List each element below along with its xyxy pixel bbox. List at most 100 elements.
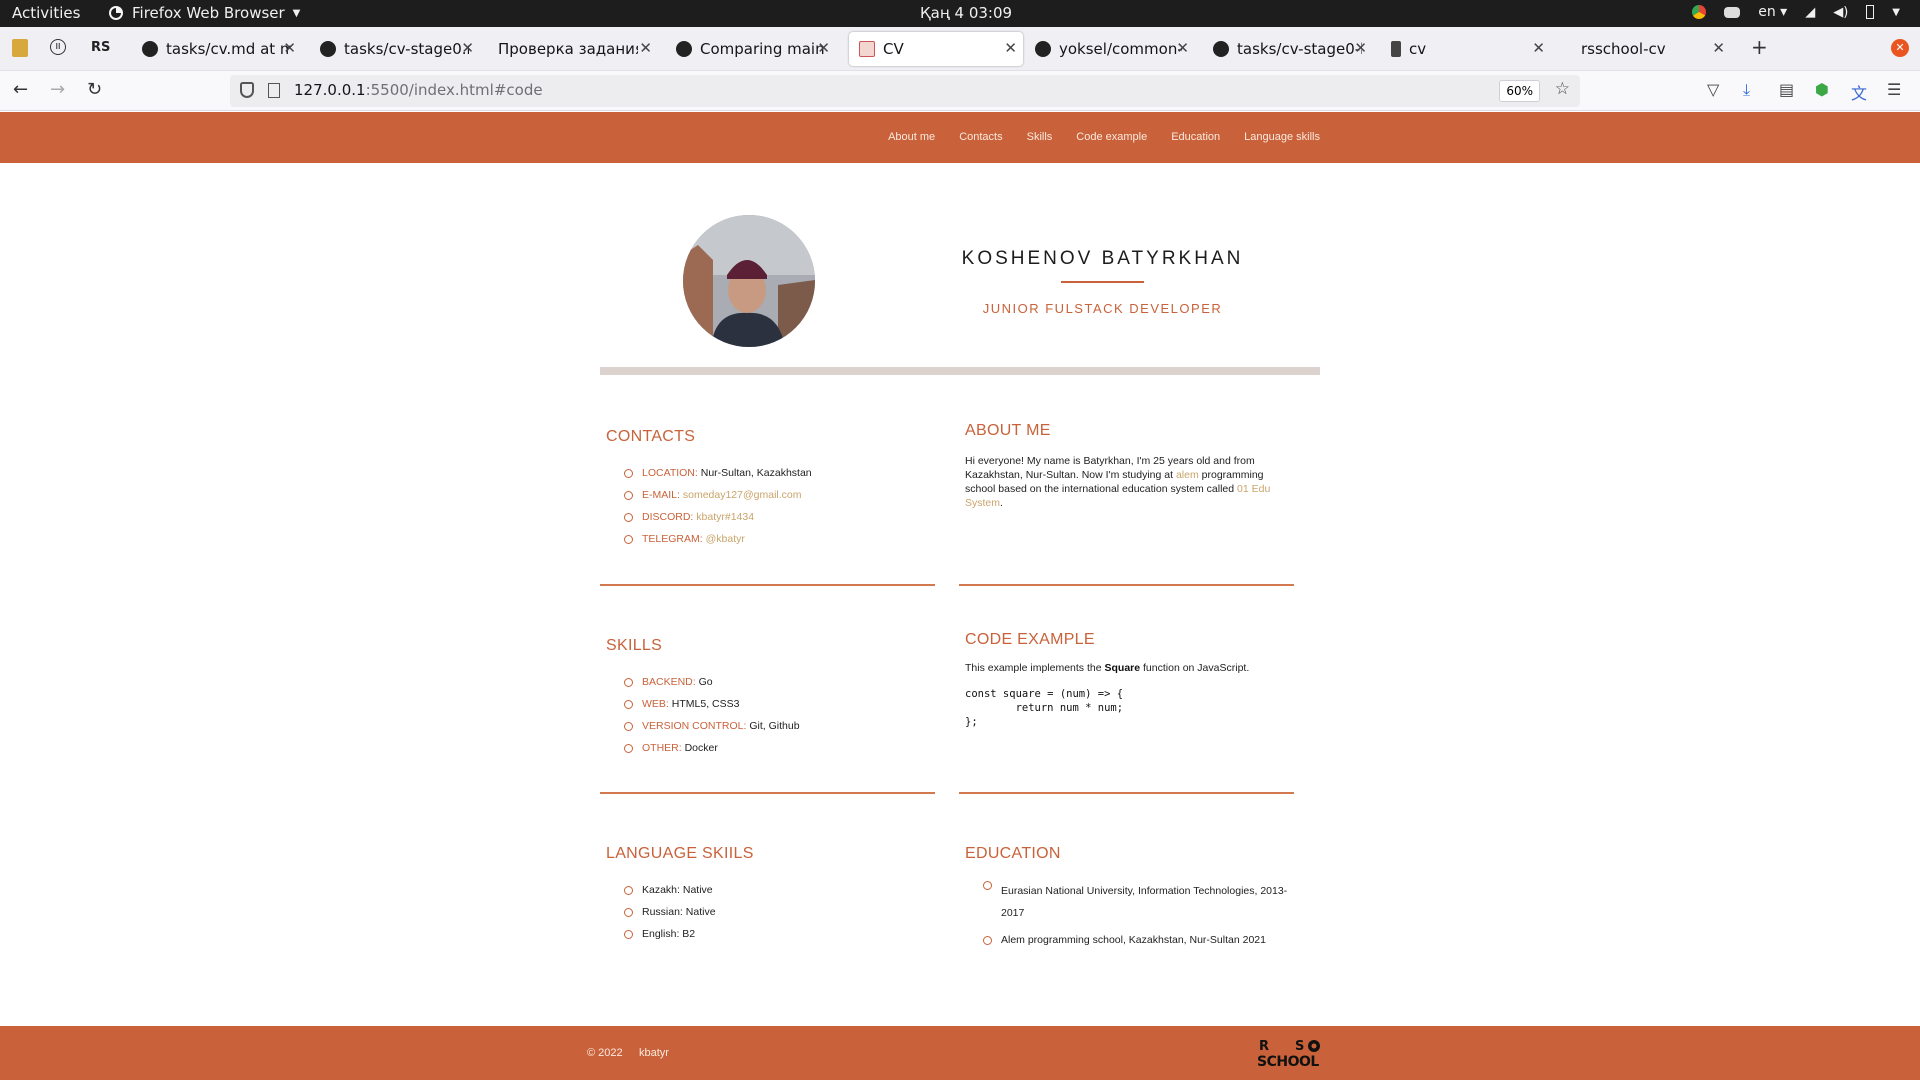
close-icon[interactable]: ✕ xyxy=(1532,39,1545,57)
new-tab-plus-icon[interactable]: + xyxy=(1751,35,1768,59)
shield-icon[interactable] xyxy=(240,82,254,98)
activities-button[interactable]: Activities xyxy=(12,4,80,22)
github-icon xyxy=(1035,41,1051,57)
list-item: TELEGRAM: @kbatyr xyxy=(624,534,935,545)
shield-extension-icon[interactable]: ⬢ xyxy=(1815,80,1829,99)
extension-icon[interactable] xyxy=(12,39,28,57)
email-link[interactable]: someday127@gmail.com xyxy=(683,489,802,501)
language-indicator[interactable]: en ▾ xyxy=(1758,4,1787,20)
discord-link[interactable]: kbatyr#1434 xyxy=(696,511,754,523)
discord-icon[interactable] xyxy=(1724,6,1741,18)
skill-value: Git, Github xyxy=(749,720,800,732)
code-example-section: CODE EXAMPLE This example implements the… xyxy=(959,631,1294,831)
pause-icon[interactable]: II xyxy=(50,39,66,55)
code-block: const square = (num) => { return num * n… xyxy=(965,688,1124,728)
reload-icon[interactable]: ↻ xyxy=(87,79,102,100)
skills-list: BACKEND: Go WEB: HTML5, CSS3 VERSION CON… xyxy=(624,677,935,754)
app-menu-label: Firefox Web Browser xyxy=(132,4,285,22)
pocket-icon[interactable]: ▽ xyxy=(1707,80,1719,99)
nav-link-education[interactable]: Education xyxy=(1171,131,1220,143)
svg-text:R: R xyxy=(1259,1039,1269,1054)
zoom-indicator[interactable]: 60% xyxy=(1499,80,1540,102)
tab-rsschool-cv[interactable]: rsschool-cv ✕ xyxy=(1561,32,1731,66)
skills-heading: SKILLS xyxy=(606,637,663,654)
url-text[interactable]: 127.0.0.1:5500/index.html#code xyxy=(294,81,543,99)
alem-link[interactable]: alem xyxy=(1176,469,1199,481)
github-icon xyxy=(1213,41,1229,57)
tab-cv-active[interactable]: CV ✕ xyxy=(849,32,1023,66)
section-divider xyxy=(959,584,1294,586)
tab-cv-stage0-hi[interactable]: tasks/cv-stage0-hi ✕ xyxy=(1203,32,1373,66)
list-item: BACKEND: Go xyxy=(624,677,935,688)
nav-link-code-example[interactable]: Code example xyxy=(1076,131,1147,143)
contact-key: E-MAIL: xyxy=(642,489,680,501)
nav-link-contacts[interactable]: Contacts xyxy=(959,131,1002,143)
page-title: KOSHENOV BATYRKHAN xyxy=(961,248,1244,269)
address-bar[interactable]: 127.0.0.1:5500/index.html#code 60% ☆ xyxy=(230,75,1580,107)
tab-task-check[interactable]: Проверка задания м ✕ xyxy=(488,32,658,66)
clock[interactable]: Қаң 4 03:09 xyxy=(920,4,1012,22)
skill-value: HTML5, CSS3 xyxy=(671,698,740,710)
github-icon xyxy=(320,41,336,57)
tab-common-w[interactable]: yoksel/common-w ✕ xyxy=(1025,32,1195,66)
html5-icon xyxy=(1391,41,1401,57)
code-intro-part: This example implements the xyxy=(965,662,1102,674)
education-section: EDUCATION Eurasian National University, … xyxy=(959,845,1294,965)
battery-icon[interactable] xyxy=(1866,5,1875,19)
contact-key: DISCORD: xyxy=(642,511,694,523)
tab-label: CV xyxy=(883,40,904,58)
list-item: OTHER: Docker xyxy=(624,743,935,754)
tab-comparing[interactable]: Comparing main... ✕ xyxy=(666,32,836,66)
page-info-icon[interactable] xyxy=(268,83,280,98)
chevron-down-icon: ▼ xyxy=(292,7,301,19)
close-window-icon[interactable]: ✕ xyxy=(1891,39,1909,57)
profile-photo xyxy=(683,215,815,347)
translate-icon[interactable]: 文 xyxy=(1851,80,1867,104)
list-item: DISCORD: kbatyr#1434 xyxy=(624,512,935,523)
pinned-tab-rs[interactable]: RS xyxy=(91,40,110,55)
skill-key: WEB: xyxy=(642,698,669,710)
close-icon[interactable]: ✕ xyxy=(283,39,296,57)
close-icon[interactable]: ✕ xyxy=(1176,39,1189,57)
hero-divider xyxy=(600,367,1320,375)
tab-cv-md[interactable]: tasks/cv.md at ma ✕ xyxy=(132,32,302,66)
wifi-icon[interactable]: ◢ xyxy=(1805,5,1815,20)
chrome-icon[interactable] xyxy=(1692,5,1707,19)
tab-cv-html[interactable]: cv ✕ xyxy=(1381,32,1551,66)
skill-key: OTHER: xyxy=(642,742,682,754)
app-menu[interactable]: Firefox Web Browser ▼ xyxy=(108,4,300,22)
close-icon[interactable]: ✕ xyxy=(1712,39,1725,57)
tab-label: Проверка задания м xyxy=(498,40,638,58)
github-icon xyxy=(676,41,692,57)
list-item: English: B2 xyxy=(624,929,935,940)
back-arrow-icon[interactable]: ← xyxy=(13,79,28,100)
reader-view-icon[interactable]: ▤ xyxy=(1779,80,1794,99)
hamburger-menu-icon[interactable]: ☰ xyxy=(1887,80,1901,99)
tab-cv-stage0[interactable]: tasks/cv-stage0.m ✕ xyxy=(310,32,480,66)
telegram-link[interactable]: @kbatyr xyxy=(706,533,745,545)
close-icon[interactable]: ✕ xyxy=(639,39,652,57)
nav-link-language-skills[interactable]: Language skills xyxy=(1244,131,1320,143)
skill-key: VERSION CONTROL: xyxy=(642,720,747,732)
author-link[interactable]: kbatyr xyxy=(639,1047,669,1059)
volume-icon[interactable]: ◀) xyxy=(1833,5,1848,20)
language-skills-section: LANGUAGE SKIILS Kazakh: Native Russian: … xyxy=(600,845,935,965)
tab-label: tasks/cv-stage0.m xyxy=(344,40,469,58)
language-label: en xyxy=(1758,4,1776,20)
nav-link-skills[interactable]: Skills xyxy=(1027,131,1053,143)
site-header: About me Contacts Skills Code example Ed… xyxy=(0,112,1920,163)
rs-school-logo[interactable]: R S SCHOOL xyxy=(1257,1038,1333,1070)
skill-value: Docker xyxy=(684,742,718,754)
close-icon[interactable]: ✕ xyxy=(1354,39,1367,57)
download-icon[interactable]: ⤓ xyxy=(1743,80,1750,100)
close-icon[interactable]: ✕ xyxy=(1004,39,1017,57)
bookmark-star-icon[interactable]: ☆ xyxy=(1555,79,1570,99)
nav-link-about[interactable]: About me xyxy=(888,131,935,143)
navigation-toolbar: ← → ↻ 127.0.0.1:5500/index.html#code 60%… xyxy=(0,71,1920,111)
list-item: Alem programming school, Kazakhstan, Nur… xyxy=(983,935,1293,946)
power-menu-icon[interactable]: ▼ xyxy=(1892,7,1900,18)
forward-arrow-icon[interactable]: → xyxy=(50,79,65,100)
close-icon[interactable]: ✕ xyxy=(461,39,474,57)
contact-key: TELEGRAM: xyxy=(642,533,703,545)
close-icon[interactable]: ✕ xyxy=(817,39,830,57)
